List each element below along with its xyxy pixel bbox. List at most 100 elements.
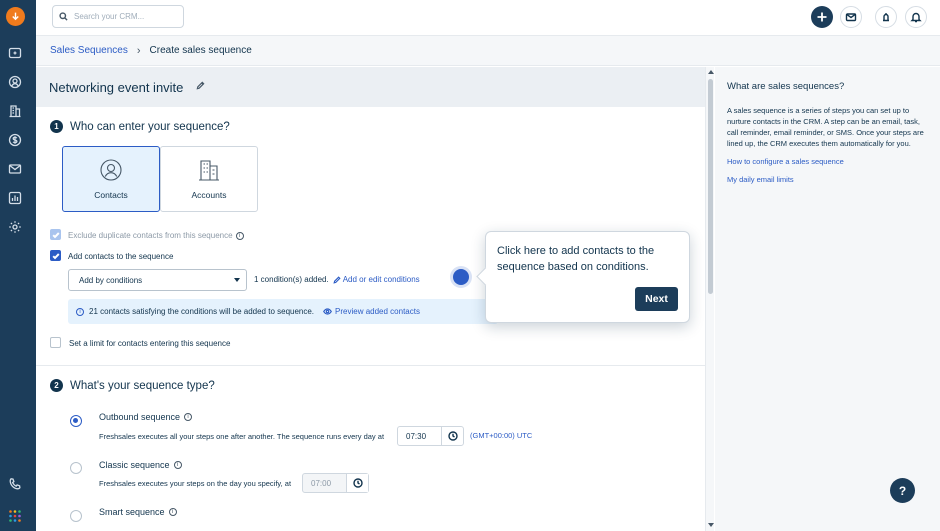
chevron-right-icon: › bbox=[136, 44, 141, 57]
sidebar-body: A sales sequence is a series of steps yo… bbox=[727, 106, 924, 148]
info-icon: i bbox=[76, 307, 84, 316]
classic-time-picker: 07:00 bbox=[302, 473, 369, 493]
preview-contacts-text: Preview added contacts bbox=[335, 307, 420, 316]
app-logo[interactable] bbox=[6, 7, 25, 26]
classic-time-value: 07:00 bbox=[311, 478, 332, 488]
step-2-heading: 2 What's your sequence type? bbox=[50, 379, 215, 392]
add-by-select[interactable]: Add by conditions bbox=[68, 269, 247, 291]
inbox-button[interactable] bbox=[840, 6, 862, 28]
outbound-sequence-radio[interactable] bbox=[70, 415, 82, 427]
classic-title-text: Classic sequence bbox=[99, 460, 170, 470]
breadcrumb-sales-sequences[interactable]: Sales Sequences bbox=[50, 45, 128, 56]
configure-sequence-link[interactable]: How to configure a sales sequence bbox=[727, 157, 928, 166]
step-1-heading: 1 Who can enter your sequence? bbox=[50, 120, 230, 133]
add-contacts-label: Add contacts to the sequence bbox=[68, 252, 174, 261]
quick-add-button[interactable] bbox=[811, 6, 833, 28]
exclude-duplicates-checkbox[interactable] bbox=[50, 229, 61, 240]
exclude-duplicates-label: Exclude duplicate contacts from this seq… bbox=[68, 231, 244, 240]
search-input[interactable]: Search your CRM... bbox=[52, 5, 184, 28]
sequence-title-bar: Networking event invite bbox=[36, 67, 705, 107]
tour-next-button[interactable]: Next bbox=[635, 287, 678, 311]
edit-conditions-text: Add or edit conditions bbox=[342, 275, 420, 284]
add-by-select-value: Add by conditions bbox=[79, 275, 143, 285]
bell-icon bbox=[910, 12, 922, 23]
contact-person-icon bbox=[100, 159, 122, 181]
outbound-time-value: 07:30 bbox=[406, 431, 427, 441]
contacts-info-banner: i 21 contacts satisfying the conditions … bbox=[68, 299, 498, 324]
plus-icon bbox=[817, 12, 827, 22]
reports-icon[interactable] bbox=[8, 191, 22, 205]
info-icon[interactable]: i bbox=[173, 461, 182, 469]
step-1-title: Who can enter your sequence? bbox=[70, 120, 230, 133]
clock-icon bbox=[346, 474, 368, 492]
section-divider bbox=[36, 365, 705, 366]
outbound-sequence-title: Outbound sequence i bbox=[99, 412, 193, 422]
tour-tooltip: Click here to add contacts to the sequen… bbox=[485, 231, 690, 323]
classic-sequence-radio[interactable] bbox=[70, 462, 82, 474]
clock-icon bbox=[441, 427, 463, 445]
breadcrumb-current: Create sales sequence bbox=[149, 45, 252, 56]
help-sidebar: What are sales sequences? A sales sequen… bbox=[715, 67, 940, 531]
info-icon[interactable]: i bbox=[168, 508, 177, 516]
search-placeholder: Search your CRM... bbox=[74, 12, 145, 21]
top-bar: Search your CRM... bbox=[36, 0, 940, 36]
apps-grid-icon[interactable] bbox=[8, 509, 22, 523]
caret-down-icon bbox=[234, 278, 240, 282]
tour-hotspot[interactable] bbox=[453, 269, 469, 285]
preview-contacts-link[interactable]: Preview added contacts bbox=[323, 307, 420, 316]
tour-text: Click here to add contacts to the sequen… bbox=[497, 245, 655, 273]
add-contacts-checkbox[interactable] bbox=[50, 250, 61, 261]
breadcrumb: Sales Sequences › Create sales sequence bbox=[36, 36, 940, 66]
scroll-up-arrow[interactable] bbox=[708, 70, 714, 74]
exclude-duplicates-text: Exclude duplicate contacts from this seq… bbox=[68, 231, 233, 240]
outbound-title-text: Outbound sequence bbox=[99, 412, 181, 422]
email-icon[interactable] bbox=[8, 162, 22, 176]
assistant-button[interactable] bbox=[875, 6, 897, 28]
robot-icon bbox=[883, 13, 889, 22]
check-icon bbox=[51, 252, 60, 259]
classic-sequence-title: Classic sequence i bbox=[99, 460, 182, 470]
smart-sequence-radio[interactable] bbox=[70, 510, 82, 522]
sequence-title: Networking event invite bbox=[49, 79, 184, 95]
scroll-thumb[interactable] bbox=[708, 79, 713, 294]
building-icon bbox=[199, 160, 219, 181]
accounts-icon[interactable] bbox=[8, 104, 22, 118]
step-2-title: What's your sequence type? bbox=[70, 379, 215, 392]
edit-conditions-link[interactable]: Add or edit conditions bbox=[333, 275, 420, 284]
timezone-link[interactable]: (GMT+00:00) UTC bbox=[470, 431, 532, 440]
contacts-card-label: Contacts bbox=[94, 190, 128, 200]
contacts-card[interactable]: Contacts bbox=[62, 146, 160, 212]
email-limits-link[interactable]: My daily email limits bbox=[727, 175, 928, 184]
main-scrollbar[interactable] bbox=[705, 67, 714, 531]
classic-sequence-desc: Freshsales executes your steps on the da… bbox=[99, 479, 292, 488]
step-2-number: 2 bbox=[50, 379, 63, 392]
step-1-number: 1 bbox=[50, 120, 63, 133]
scroll-down-arrow[interactable] bbox=[708, 523, 714, 527]
contacts-icon[interactable] bbox=[8, 75, 22, 89]
accounts-card[interactable]: Accounts bbox=[160, 146, 258, 212]
banner-text: 21 contacts satisfying the conditions wi… bbox=[89, 307, 315, 316]
check-icon bbox=[51, 231, 60, 238]
info-icon[interactable]: i bbox=[184, 413, 193, 421]
settings-gear-icon[interactable] bbox=[8, 220, 22, 234]
smart-title-text: Smart sequence bbox=[99, 507, 165, 517]
eye-icon bbox=[323, 308, 332, 315]
search-icon bbox=[59, 12, 68, 21]
phone-icon[interactable] bbox=[8, 477, 22, 491]
dashboard-icon[interactable] bbox=[8, 46, 22, 60]
smart-sequence-title: Smart sequence i bbox=[99, 507, 177, 517]
info-icon[interactable]: i bbox=[235, 231, 244, 240]
sidebar-title: What are sales sequences? bbox=[727, 81, 845, 92]
limit-contacts-label: Set a limit for contacts entering this s… bbox=[69, 339, 231, 348]
mail-icon bbox=[845, 13, 857, 22]
notifications-button[interactable] bbox=[905, 6, 927, 28]
limit-contacts-checkbox[interactable] bbox=[50, 337, 61, 348]
left-nav-rail bbox=[0, 0, 36, 531]
deals-icon[interactable] bbox=[8, 133, 22, 147]
accounts-card-label: Accounts bbox=[191, 190, 227, 200]
outbound-sequence-desc: Freshsales executes all your steps one a… bbox=[99, 432, 385, 441]
pencil-edit-icon[interactable] bbox=[196, 81, 205, 90]
conditions-added-text: 1 condition(s) added. bbox=[254, 275, 329, 284]
outbound-time-picker[interactable]: 07:30 bbox=[397, 426, 464, 446]
help-button[interactable]: ? bbox=[890, 478, 915, 503]
